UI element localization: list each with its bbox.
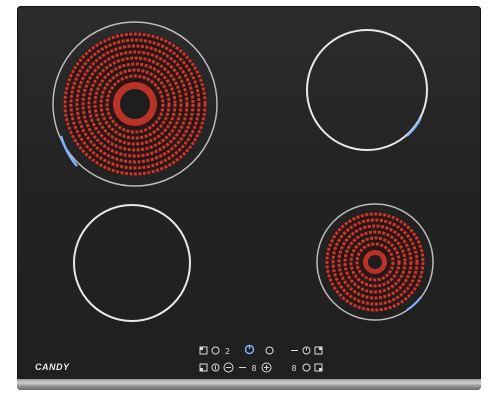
brand-logo: CANDY: [35, 362, 70, 372]
zone-front-left[interactable]: [73, 204, 191, 322]
indicator-digit: 8: [249, 362, 260, 373]
zone-front-right[interactable]: [316, 203, 434, 321]
minus-icon[interactable]: [223, 362, 234, 373]
zone-rear-left[interactable]: [52, 21, 218, 187]
zone-select-icon[interactable]: [198, 362, 209, 373]
zone-select-icon[interactable]: [313, 345, 324, 356]
timer-icon[interactable]: [301, 345, 312, 356]
zone-select-icon[interactable]: [264, 345, 275, 356]
zone-select-icon[interactable]: [210, 345, 221, 356]
svg-text:8: 8: [252, 364, 257, 372]
ceramic-hob: CANDY 2 8 8: [17, 6, 481, 390]
indicator-dot: [237, 362, 248, 373]
svg-text:2: 2: [225, 347, 230, 355]
zone-indicator-arc: [406, 296, 422, 311]
zone-rear-right[interactable]: [306, 29, 428, 151]
zone-select-icon[interactable]: [313, 362, 324, 373]
zone-select-icon[interactable]: [198, 345, 209, 356]
plus-icon[interactable]: [261, 362, 272, 373]
indicator-digit: 8: [289, 362, 300, 373]
power-icon[interactable]: [244, 344, 255, 355]
cooking-zones: [52, 21, 434, 322]
svg-text:8: 8: [292, 364, 297, 372]
indicator-dot: 2: [223, 345, 234, 356]
zone-select-icon[interactable]: [289, 345, 300, 356]
key-lock-icon[interactable]: [210, 362, 221, 373]
steel-trim: [17, 379, 481, 390]
zone-select-icon[interactable]: [301, 362, 312, 373]
